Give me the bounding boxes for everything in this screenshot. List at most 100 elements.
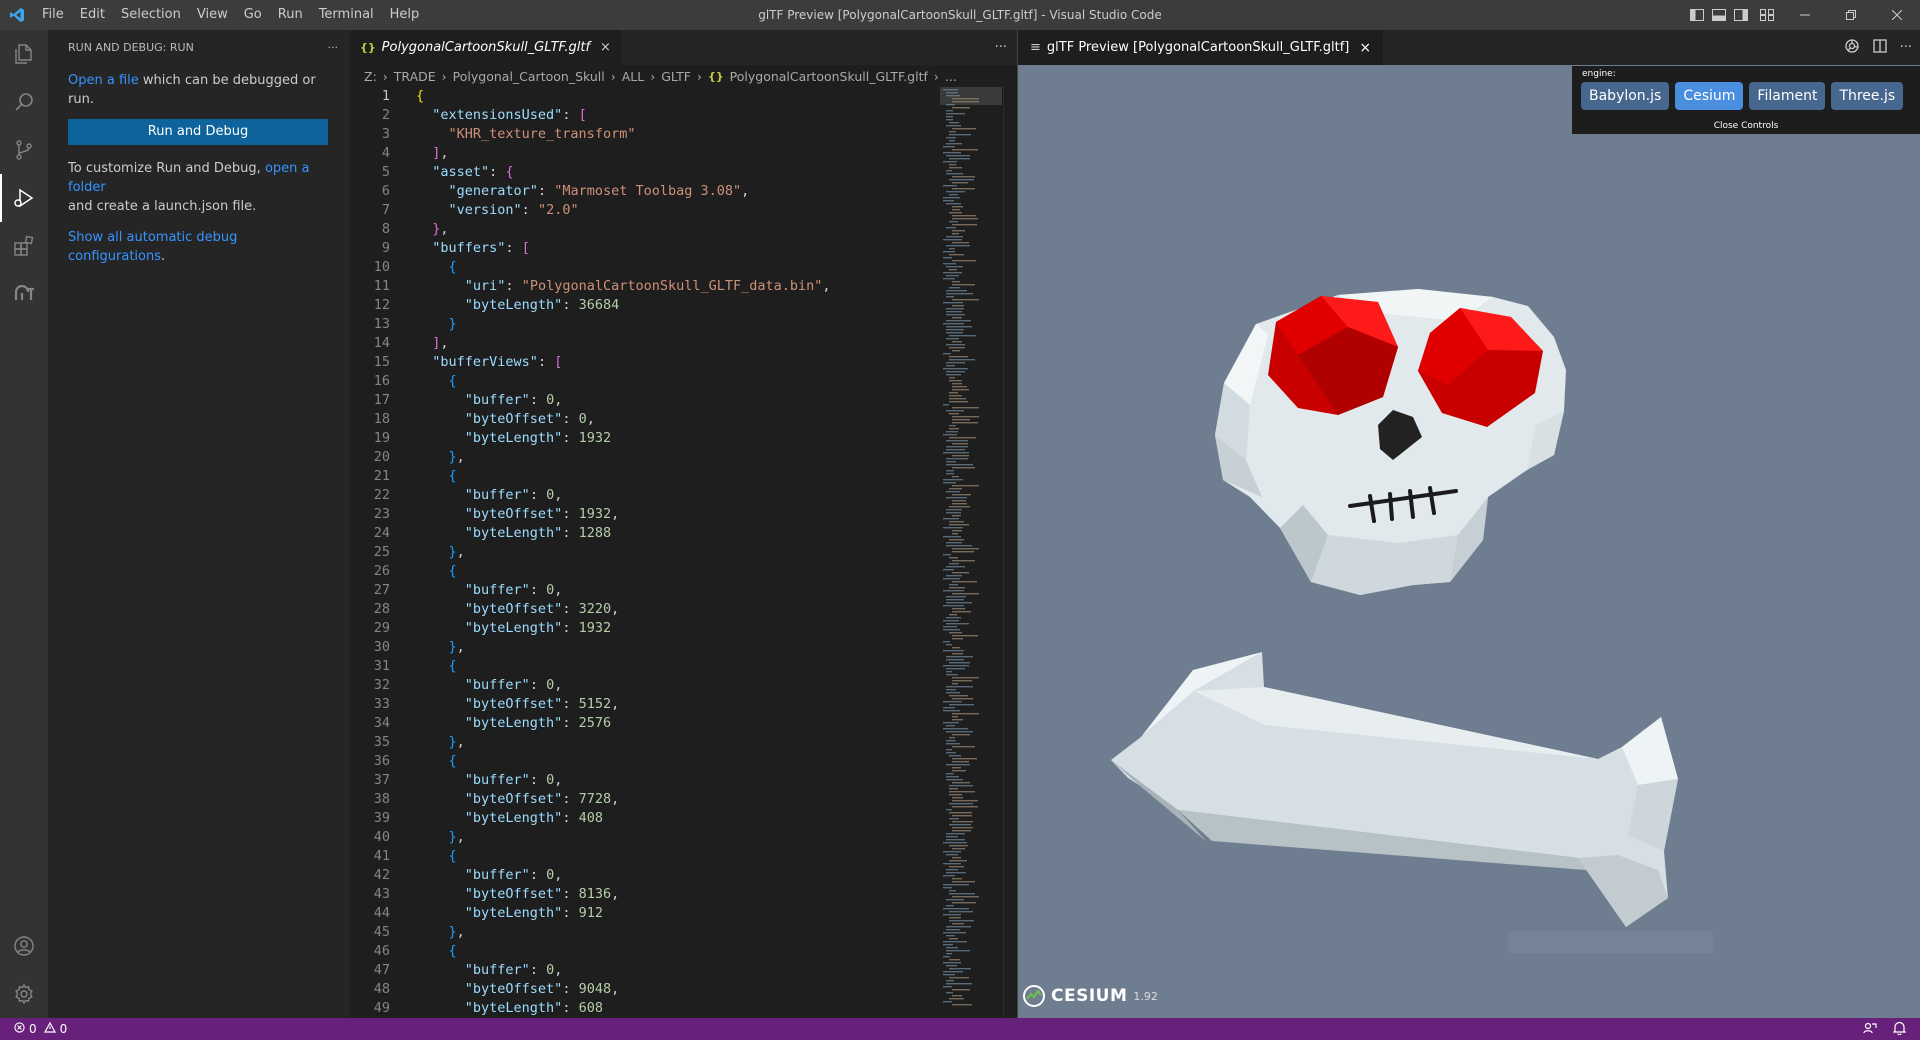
sidebar-more-icon[interactable]: ···	[328, 41, 339, 54]
menu-terminal[interactable]: Terminal	[311, 0, 382, 30]
code-line[interactable]: 19 "byteLength": 1932	[350, 429, 1017, 448]
engine-threejs-button[interactable]: Three.js	[1831, 82, 1904, 110]
code-line[interactable]: 46 {	[350, 942, 1017, 961]
editor-more-actions-icon[interactable]: ···	[995, 30, 1007, 65]
engine-babylonjs-button[interactable]: Babylon.js	[1581, 82, 1670, 110]
code-line[interactable]: 45 },	[350, 923, 1017, 942]
code-line[interactable]: 26 {	[350, 562, 1017, 581]
code-line[interactable]: 32 "buffer": 0,	[350, 676, 1017, 695]
code-line[interactable]: 41 {	[350, 847, 1017, 866]
code-line[interactable]: 35 },	[350, 733, 1017, 752]
code-line[interactable]: 25 },	[350, 543, 1017, 562]
run-debug-icon[interactable]	[0, 174, 48, 222]
code-line[interactable]: 18 "byteOffset": 0,	[350, 410, 1017, 429]
code-line[interactable]: 6 "generator": "Marmoset Toolbag 3.08",	[350, 182, 1017, 201]
problems-indicator[interactable]: 0 0	[0, 1021, 67, 1036]
code-line[interactable]: 3 "KHR_texture_transform"	[350, 125, 1017, 144]
code-line[interactable]: 49 "byteLength": 608	[350, 999, 1017, 1018]
code-line[interactable]: 21 {	[350, 467, 1017, 486]
code-line[interactable]: 22 "buffer": 0,	[350, 486, 1017, 505]
menu-view[interactable]: View	[189, 0, 236, 30]
code-line[interactable]: 29 "byteLength": 1932	[350, 619, 1017, 638]
settings-gear-icon[interactable]	[0, 970, 48, 1018]
tab-close-icon[interactable]: ×	[600, 40, 611, 55]
minimize-icon[interactable]	[1782, 0, 1828, 30]
notifications-bell-icon[interactable]	[1892, 1021, 1907, 1038]
editor-scrollbar[interactable]	[1003, 87, 1017, 1018]
code-line[interactable]: 27 "buffer": 0,	[350, 581, 1017, 600]
explorer-icon[interactable]	[0, 30, 48, 78]
menu-go[interactable]: Go	[236, 0, 270, 30]
breadcrumb-item[interactable]: Polygonal_Cartoon_Skull	[453, 69, 605, 84]
tab-close-icon[interactable]: ×	[1359, 40, 1371, 56]
code-line[interactable]: 43 "byteOffset": 8136,	[350, 885, 1017, 904]
split-editor-icon[interactable]	[1872, 38, 1888, 58]
toggle-panel-icon[interactable]	[1708, 0, 1730, 30]
code-line[interactable]: 5 "asset": {	[350, 163, 1017, 182]
code-line[interactable]: 9 "buffers": [	[350, 239, 1017, 258]
code-line[interactable]: 2 "extensionsUsed": [	[350, 106, 1017, 125]
code-line[interactable]: 20 },	[350, 448, 1017, 467]
code-line[interactable]: 33 "byteOffset": 5152,	[350, 695, 1017, 714]
code-line[interactable]: 11 "uri": "PolygonalCartoonSkull_GLTF_da…	[350, 277, 1017, 296]
tab-gltf-preview[interactable]: ≡ glTF Preview [PolygonalCartoonSkull_GL…	[1018, 30, 1384, 65]
code-line[interactable]: 10 {	[350, 258, 1017, 277]
cesium-credit[interactable]: CESIUM 1.92	[1023, 985, 1158, 1007]
code-line[interactable]: 4 ],	[350, 144, 1017, 163]
code-line[interactable]: 1{	[350, 87, 1017, 106]
code-line[interactable]: 36 {	[350, 752, 1017, 771]
code-line[interactable]: 16 {	[350, 372, 1017, 391]
open-file-link[interactable]: Open a file	[68, 73, 139, 88]
tab-gltf-file[interactable]: {} PolygonalCartoonSkull_GLTF.gltf ×	[350, 30, 621, 65]
code-line[interactable]: 37 "buffer": 0,	[350, 771, 1017, 790]
extensions-icon[interactable]	[0, 222, 48, 270]
menu-edit[interactable]: Edit	[72, 0, 113, 30]
inspect-icon[interactable]	[1844, 38, 1860, 58]
code-line[interactable]: 8 },	[350, 220, 1017, 239]
code-line[interactable]: 7 "version": "2.0"	[350, 201, 1017, 220]
code-line[interactable]: 24 "byteLength": 1288	[350, 524, 1017, 543]
code-line[interactable]: 39 "byteLength": 408	[350, 809, 1017, 828]
breadcrumb-item[interactable]: TRADE	[394, 69, 436, 84]
close-controls-button[interactable]: Close Controls	[1572, 121, 1920, 131]
toggle-secondary-sidebar-icon[interactable]	[1730, 0, 1752, 30]
menu-run[interactable]: Run	[270, 0, 311, 30]
code-line[interactable]: 23 "byteOffset": 1932,	[350, 505, 1017, 524]
search-icon[interactable]	[0, 78, 48, 126]
code-line[interactable]: 13 }	[350, 315, 1017, 334]
engine-filament-button[interactable]: Filament	[1749, 82, 1826, 110]
gltf-icon[interactable]	[0, 270, 48, 318]
code-line[interactable]: 28 "byteOffset": 3220,	[350, 600, 1017, 619]
more-actions-icon[interactable]: ···	[1900, 40, 1912, 55]
breadcrumb-more[interactable]: ...	[945, 69, 957, 84]
toggle-primary-sidebar-icon[interactable]	[1686, 0, 1708, 30]
code-line[interactable]: 42 "buffer": 0,	[350, 866, 1017, 885]
code-line[interactable]: 12 "byteLength": 36684	[350, 296, 1017, 315]
gltf-3d-viewport[interactable]: engine: Babylon.js Cesium Filament Three…	[1018, 65, 1920, 1018]
code-line[interactable]: 17 "buffer": 0,	[350, 391, 1017, 410]
code-line[interactable]: 38 "byteOffset": 7728,	[350, 790, 1017, 809]
code-line[interactable]: 15 "bufferViews": [	[350, 353, 1017, 372]
code-area[interactable]: 1{2 "extensionsUsed": [3 "KHR_texture_tr…	[350, 87, 1017, 1018]
live-share-icon[interactable]	[1863, 1021, 1877, 1038]
code-line[interactable]: 47 "buffer": 0,	[350, 961, 1017, 980]
minimap[interactable]	[940, 87, 1002, 1018]
run-and-debug-button[interactable]: Run and Debug	[68, 119, 328, 145]
code-line[interactable]: 34 "byteLength": 2576	[350, 714, 1017, 733]
code-line[interactable]: 30 },	[350, 638, 1017, 657]
menu-help[interactable]: Help	[382, 0, 428, 30]
show-all-debug-configs-link[interactable]: Show all automatic debug configurations	[68, 230, 237, 264]
breadcrumb-item[interactable]: ALL	[622, 69, 644, 84]
account-icon[interactable]	[0, 922, 48, 970]
engine-cesium-button[interactable]: Cesium	[1675, 82, 1744, 110]
menu-selection[interactable]: Selection	[113, 0, 189, 30]
menu-file[interactable]: File	[34, 0, 72, 30]
breadcrumb-item[interactable]: Z:	[364, 69, 377, 84]
source-control-icon[interactable]	[0, 126, 48, 174]
code-line[interactable]: 44 "byteLength": 912	[350, 904, 1017, 923]
customize-layout-icon[interactable]	[1752, 0, 1782, 30]
breadcrumb-file[interactable]: PolygonalCartoonSkull_GLTF.gltf	[730, 69, 928, 84]
breadcrumb-item[interactable]: GLTF	[661, 69, 691, 84]
code-line[interactable]: 48 "byteOffset": 9048,	[350, 980, 1017, 999]
restore-icon[interactable]	[1828, 0, 1874, 30]
